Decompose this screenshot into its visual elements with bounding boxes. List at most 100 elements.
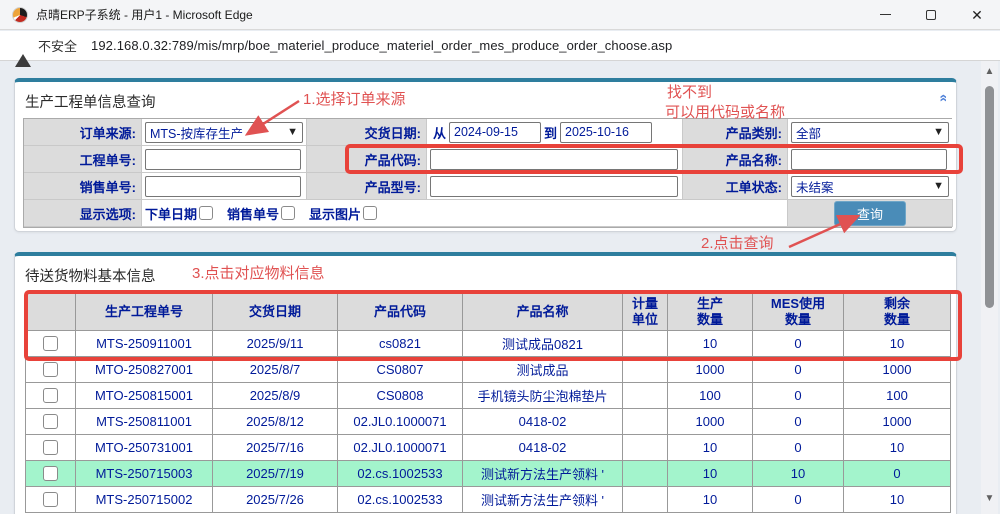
cell-produce-qty[interactable]: 10 bbox=[668, 461, 753, 487]
display-option-checkbox[interactable] bbox=[199, 206, 213, 220]
cell-remain-qty[interactable]: 10 bbox=[844, 487, 951, 513]
table-row[interactable]: MTS-2509110012025/9/11cs0821测试成品0821 1001… bbox=[26, 331, 951, 357]
cell-product-name[interactable]: 测试成品0821 bbox=[463, 331, 623, 357]
cell-unit[interactable] bbox=[623, 461, 668, 487]
cell-product-code[interactable]: 02.cs.1002533 bbox=[338, 487, 463, 513]
row-checkbox[interactable] bbox=[43, 492, 58, 507]
sales-no-input[interactable] bbox=[145, 176, 301, 197]
cell-product-name[interactable]: 测试成品 bbox=[463, 357, 623, 383]
scroll-down-icon[interactable]: ▼ bbox=[984, 493, 995, 504]
cell-product-code[interactable]: 02.cs.1002533 bbox=[338, 461, 463, 487]
collapse-panel-icon[interactable]: » bbox=[934, 94, 950, 102]
table-row[interactable]: MTS-2508110012025/8/1202.JL0.10000710418… bbox=[26, 409, 951, 435]
row-checkbox[interactable] bbox=[43, 336, 58, 351]
cell-order-no[interactable]: MTO-250731001 bbox=[76, 435, 213, 461]
scroll-up-icon[interactable]: ▲ bbox=[984, 66, 995, 77]
order-source-select[interactable]: MTS-按库存生产 ▼ bbox=[145, 122, 303, 143]
cell-mes-qty[interactable]: 10 bbox=[753, 461, 844, 487]
table-row[interactable]: MTO-2508270012025/8/7CS0807测试成品 100001000 bbox=[26, 357, 951, 383]
cell-product-name[interactable]: 0418-02 bbox=[463, 409, 623, 435]
row-checkbox[interactable] bbox=[43, 466, 58, 481]
cell-product-code[interactable]: 02.JL0.1000071 bbox=[338, 409, 463, 435]
annotation-step2: 2.点击查询 bbox=[701, 232, 774, 253]
cell-delivery-date[interactable]: 2025/7/26 bbox=[213, 487, 338, 513]
product-model-input[interactable] bbox=[430, 176, 678, 197]
cell-order-no[interactable]: MTO-250827001 bbox=[76, 357, 213, 383]
product-code-input[interactable] bbox=[430, 149, 678, 170]
cell-product-code[interactable]: 02.JL0.1000071 bbox=[338, 435, 463, 461]
table-row[interactable]: MTO-2508150012025/8/9CS0808手机镜头防尘泡棉垫片 100… bbox=[26, 383, 951, 409]
product-category-select[interactable]: 全部 ▼ bbox=[791, 122, 949, 143]
row-checkbox[interactable] bbox=[43, 388, 58, 403]
cell-unit[interactable] bbox=[623, 383, 668, 409]
cell-produce-qty[interactable]: 100 bbox=[668, 383, 753, 409]
cell-remain-qty[interactable]: 1000 bbox=[844, 357, 951, 383]
cell-product-name[interactable]: 手机镜头防尘泡棉垫片 bbox=[463, 383, 623, 409]
cell-product-code[interactable]: CS0808 bbox=[338, 383, 463, 409]
cell-remain-qty[interactable]: 10 bbox=[844, 331, 951, 357]
cell-delivery-date[interactable]: 2025/8/12 bbox=[213, 409, 338, 435]
maximize-button[interactable] bbox=[908, 0, 954, 29]
cell-product-name[interactable]: 测试新方法生产领料 ' bbox=[463, 461, 623, 487]
cell-delivery-date[interactable]: 2025/8/7 bbox=[213, 357, 338, 383]
product-name-input[interactable] bbox=[791, 149, 947, 170]
display-option-checkbox[interactable] bbox=[363, 206, 377, 220]
cell-delivery-date[interactable]: 2025/9/11 bbox=[213, 331, 338, 357]
cell-order-no[interactable]: MTS-250715002 bbox=[76, 487, 213, 513]
cell-order-no[interactable]: MTS-250715003 bbox=[76, 461, 213, 487]
order-no-input[interactable] bbox=[145, 149, 301, 170]
row-checkbox[interactable] bbox=[43, 362, 58, 377]
cell-remain-qty[interactable]: 0 bbox=[844, 461, 951, 487]
delivery-date-to-input[interactable] bbox=[560, 122, 652, 143]
cell-remain-qty[interactable]: 100 bbox=[844, 383, 951, 409]
address-bar[interactable]: ! 不安全 192.168.0.32:789/mis/mrp/boe_mater… bbox=[0, 31, 1000, 61]
vertical-scrollbar[interactable]: ▲ ▼ bbox=[981, 61, 998, 514]
cell-mes-qty[interactable]: 0 bbox=[753, 383, 844, 409]
cell-mes-qty[interactable]: 0 bbox=[753, 487, 844, 513]
scrollbar-thumb[interactable] bbox=[985, 86, 994, 308]
cell-mes-qty[interactable]: 0 bbox=[753, 435, 844, 461]
cell-product-name[interactable]: 0418-02 bbox=[463, 435, 623, 461]
cell-produce-qty[interactable]: 1000 bbox=[668, 357, 753, 383]
cell-product-code[interactable]: cs0821 bbox=[338, 331, 463, 357]
order-status-select[interactable]: 未结案 ▼ bbox=[791, 176, 949, 197]
cell-delivery-date[interactable]: 2025/7/16 bbox=[213, 435, 338, 461]
cell-order-no[interactable]: MTO-250815001 bbox=[76, 383, 213, 409]
cell-produce-qty[interactable]: 1000 bbox=[668, 409, 753, 435]
table-row[interactable]: MTS-2507150022025/7/2602.cs.1002533测试新方法… bbox=[26, 487, 951, 513]
display-option-label: 销售单号 bbox=[227, 204, 279, 223]
cell-unit[interactable] bbox=[623, 487, 668, 513]
table-row[interactable]: MTO-2507310012025/7/1602.JL0.10000710418… bbox=[26, 435, 951, 461]
close-button[interactable]: ✕ bbox=[954, 0, 1000, 29]
cell-product-name[interactable]: 测试新方法生产领料 ' bbox=[463, 487, 623, 513]
table-row[interactable]: MTS-2507150032025/7/1902.cs.1002533测试新方法… bbox=[26, 461, 951, 487]
cell-order-no[interactable]: MTS-250911001 bbox=[76, 331, 213, 357]
display-option-checkbox[interactable] bbox=[281, 206, 295, 220]
row-checkbox[interactable] bbox=[43, 414, 58, 429]
delivery-date-from-input[interactable] bbox=[449, 122, 541, 143]
window-controls: ✕ bbox=[862, 0, 1000, 29]
column-header: 剩余 数量 bbox=[844, 294, 951, 331]
cell-product-code[interactable]: CS0807 bbox=[338, 357, 463, 383]
cell-delivery-date[interactable]: 2025/7/19 bbox=[213, 461, 338, 487]
url-text[interactable]: 192.168.0.32:789/mis/mrp/boe_materiel_pr… bbox=[91, 38, 672, 53]
cell-mes-qty[interactable]: 0 bbox=[753, 331, 844, 357]
cell-produce-qty[interactable]: 10 bbox=[668, 487, 753, 513]
cell-delivery-date[interactable]: 2025/8/9 bbox=[213, 383, 338, 409]
cell-unit[interactable] bbox=[623, 435, 668, 461]
minimize-button[interactable] bbox=[862, 0, 908, 29]
cell-unit[interactable] bbox=[623, 331, 668, 357]
cell-unit[interactable] bbox=[623, 409, 668, 435]
query-button[interactable]: 查询 bbox=[834, 201, 906, 226]
cell-unit[interactable] bbox=[623, 357, 668, 383]
chevron-down-icon: ▼ bbox=[933, 180, 944, 192]
cell-remain-qty[interactable]: 1000 bbox=[844, 409, 951, 435]
cell-mes-qty[interactable]: 0 bbox=[753, 357, 844, 383]
cell-mes-qty[interactable]: 0 bbox=[753, 409, 844, 435]
row-checkbox[interactable] bbox=[43, 440, 58, 455]
product-category-label: 产品类别: bbox=[683, 119, 788, 146]
cell-remain-qty[interactable]: 10 bbox=[844, 435, 951, 461]
cell-produce-qty[interactable]: 10 bbox=[668, 435, 753, 461]
cell-order-no[interactable]: MTS-250811001 bbox=[76, 409, 213, 435]
cell-produce-qty[interactable]: 10 bbox=[668, 331, 753, 357]
